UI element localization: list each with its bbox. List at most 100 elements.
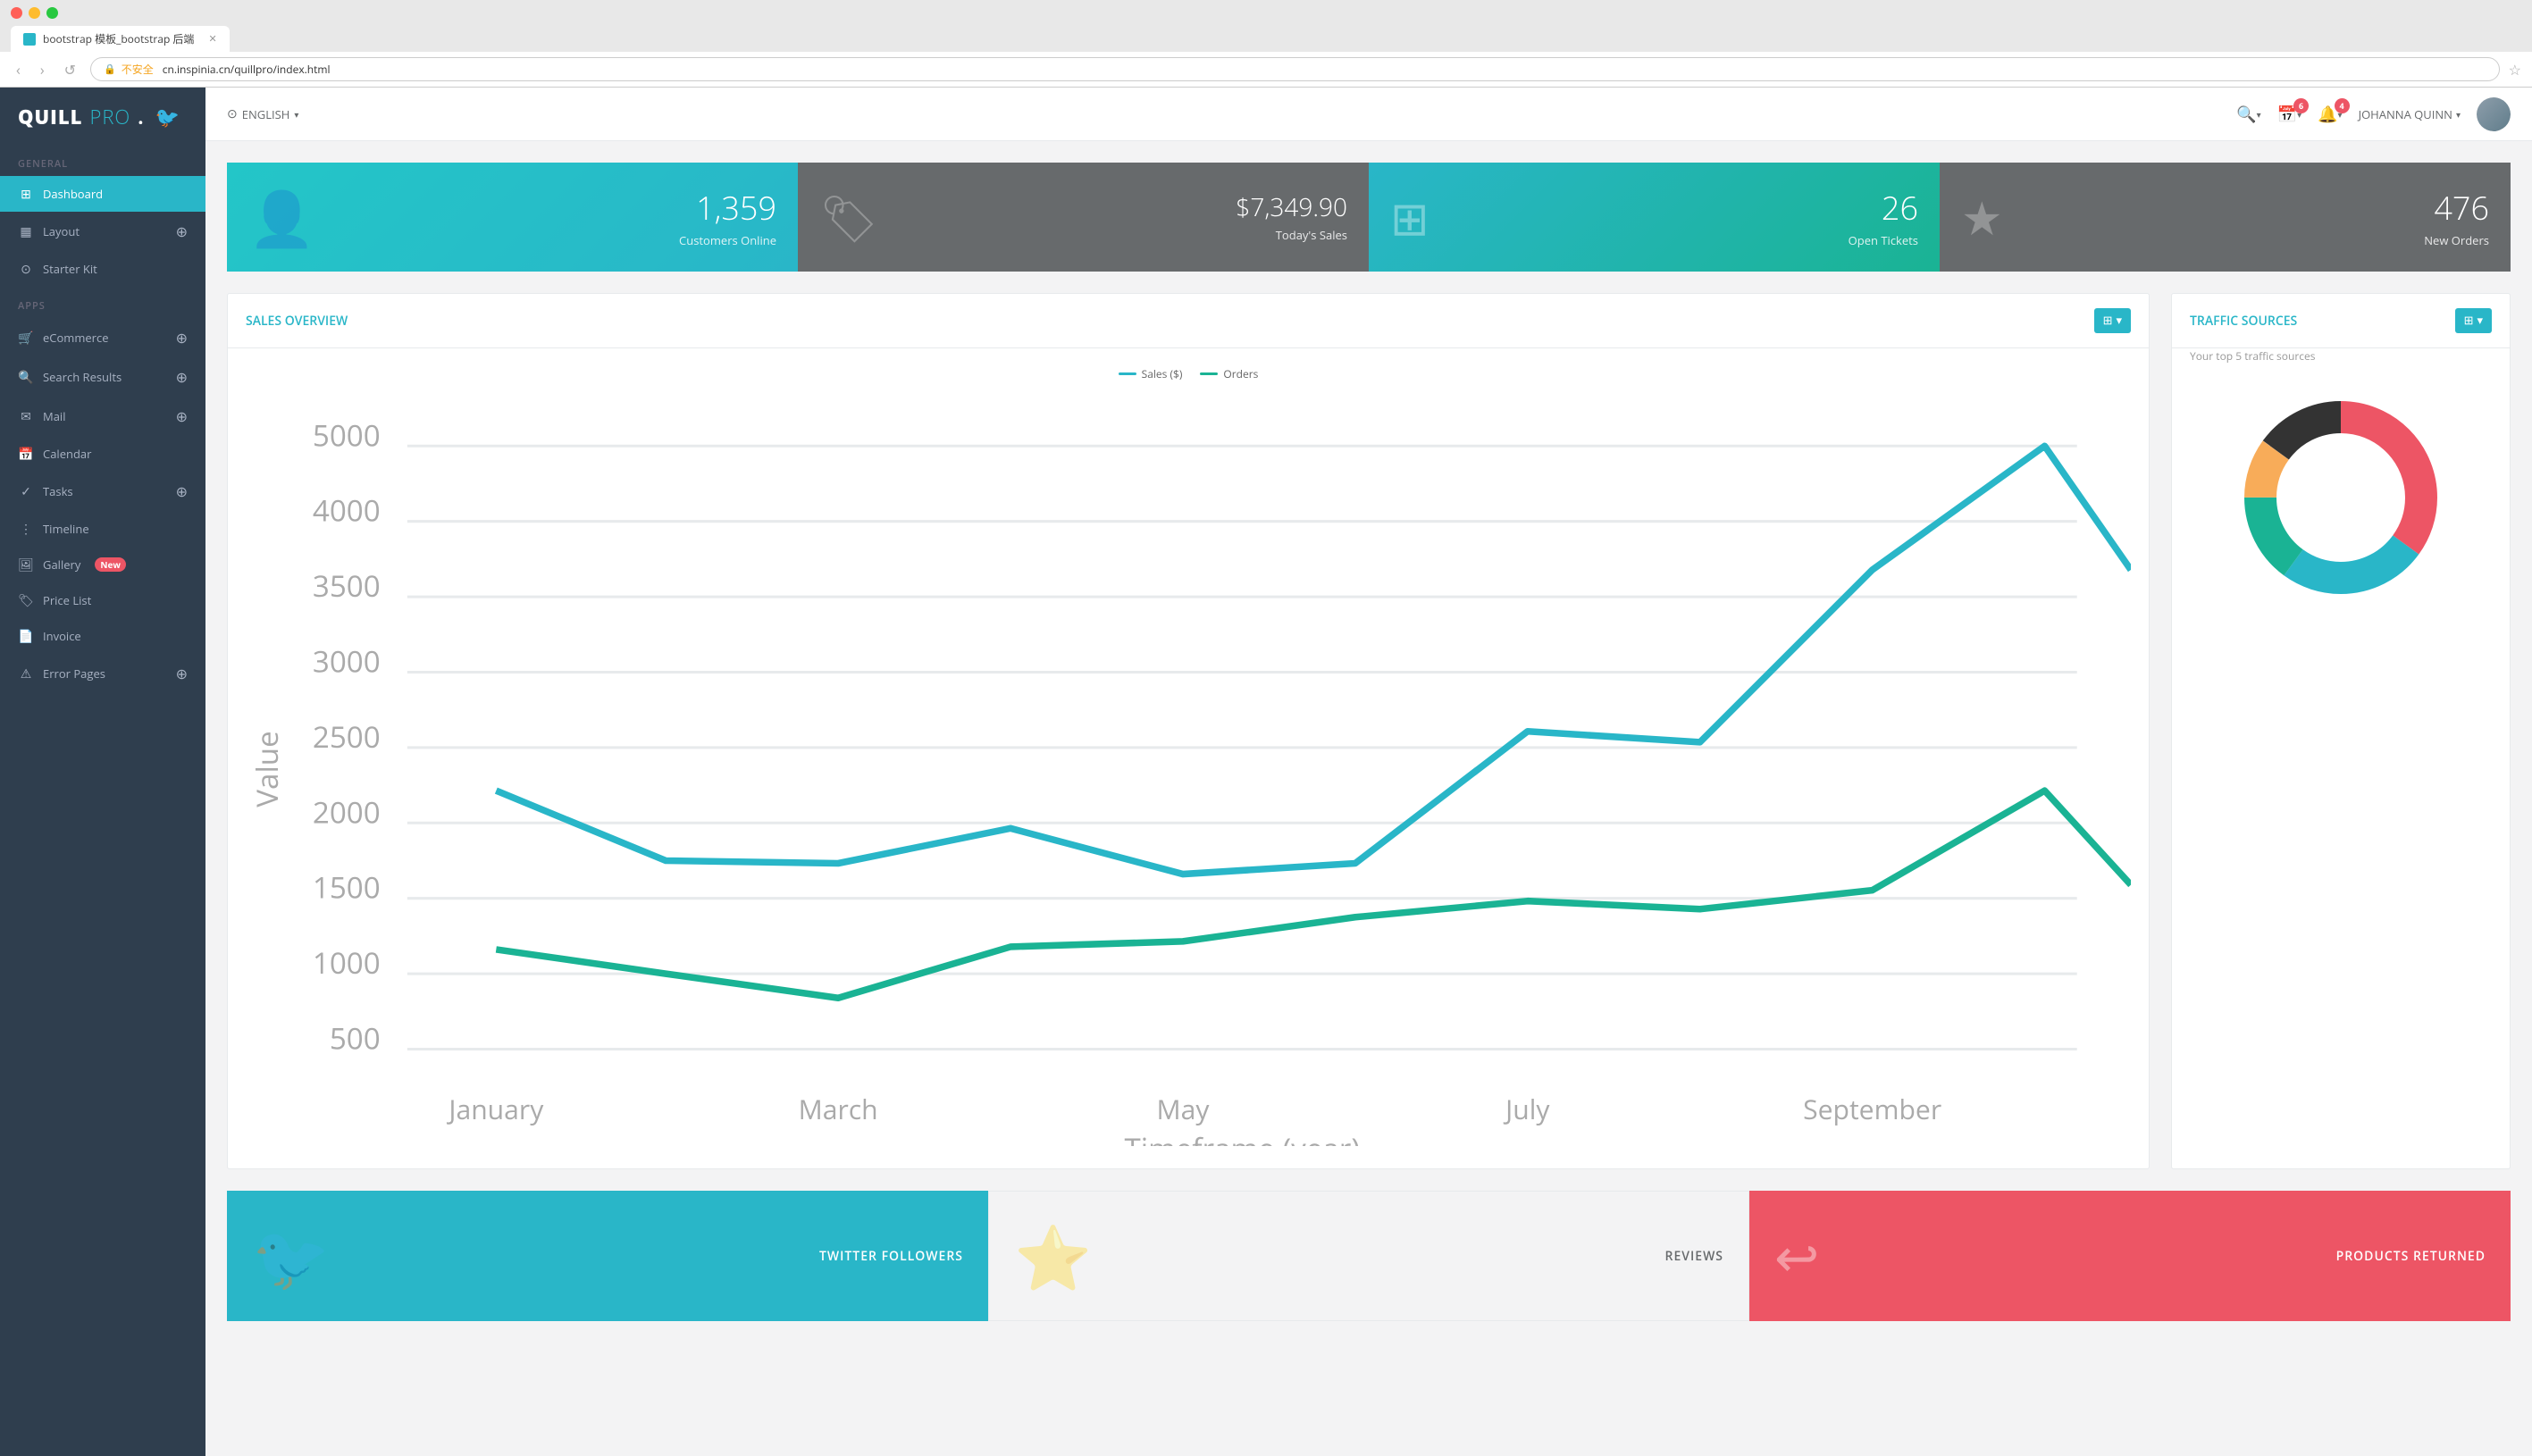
back-button[interactable]: ‹ — [11, 58, 26, 81]
minimize-btn[interactable] — [29, 7, 40, 19]
search-results-add-icon[interactable]: ⊕ — [176, 367, 188, 387]
sidebar-item-dashboard[interactable]: ⊞ Dashboard — [0, 176, 205, 212]
notifications-button[interactable]: 📅 6 ▾ — [2277, 104, 2301, 125]
twitter-info: TWITTER FOLLOWERS — [819, 1248, 963, 1265]
sidebar-item-dashboard-left: ⊞ Dashboard — [18, 186, 103, 202]
stat-info-orders: 476 New Orders — [2424, 186, 2489, 249]
bottom-cards: 🐦 TWITTER FOLLOWERS ⭐ REVIEWS ↩ PRODUCTS… — [227, 1191, 2511, 1321]
timeline-icon: ⋮ — [18, 521, 34, 537]
sidebar-item-price-list-label: Price List — [43, 592, 91, 608]
traffic-table-icon: ⊞ — [2464, 314, 2474, 328]
language-label: ENGLISH — [242, 106, 290, 122]
tab-favicon — [23, 33, 36, 46]
svg-text:5000: 5000 — [313, 414, 381, 455]
reviews-info: REVIEWS — [1665, 1248, 1724, 1265]
invoice-icon: 📄 — [18, 628, 34, 644]
svg-text:July: July — [1503, 1091, 1550, 1127]
ecommerce-add-icon[interactable]: ⊕ — [176, 328, 188, 347]
user-chevron-icon: ▾ — [2456, 108, 2461, 121]
sidebar: QUILLPRO. 🐦 GENERAL ⊞ Dashboard ▦ Layout… — [0, 88, 205, 1456]
orders-value: 476 — [2424, 186, 2489, 230]
bottom-card-reviews: ⭐ REVIEWS — [988, 1191, 1749, 1321]
svg-text:500: 500 — [330, 1017, 381, 1058]
tab-title: bootstrap 模板_bootstrap 后端 — [43, 31, 194, 46]
traffic-sources-options-button[interactable]: ⊞ ▾ — [2455, 308, 2492, 333]
forward-button[interactable]: › — [35, 58, 50, 81]
topnav: ⊙ ENGLISH ▾ 🔍 ▾ 📅 6 ▾ 🔔 4 ▾ — [205, 88, 2532, 141]
sidebar-item-invoice[interactable]: 📄 Invoice — [0, 618, 205, 654]
legend-sales-label: Sales ($) — [1142, 366, 1183, 381]
sidebar-item-starter-kit-label: Starter Kit — [43, 261, 97, 277]
logo-separator: . — [138, 104, 144, 130]
messages-button[interactable]: 🔔 4 ▾ — [2318, 104, 2342, 125]
sidebar-item-tasks-left: ✓ Tasks — [18, 483, 73, 499]
tasks-add-icon[interactable]: ⊕ — [176, 481, 188, 501]
sidebar-item-ecommerce-left: 🛒 eCommerce — [18, 330, 109, 346]
sidebar-item-layout[interactable]: ▦ Layout ⊕ — [0, 212, 205, 251]
legend-orders-label: Orders — [1223, 366, 1258, 381]
sidebar-item-mail-label: Mail — [43, 408, 65, 424]
maximize-btn[interactable] — [46, 7, 58, 19]
traffic-sources-header: TRAFFIC SOURCES ⊞ ▾ — [2172, 294, 2510, 348]
bottom-card-twitter: 🐦 TWITTER FOLLOWERS — [227, 1191, 988, 1321]
sidebar-item-price-list-left: 🏷 Price List — [18, 592, 91, 608]
sidebar-item-mail[interactable]: ✉ Mail ⊕ — [0, 397, 205, 436]
sidebar-item-error-pages[interactable]: ⚠ Error Pages ⊕ — [0, 654, 205, 693]
sidebar-item-calendar-label: Calendar — [43, 446, 91, 462]
layout-add-icon[interactable]: ⊕ — [176, 222, 188, 241]
sidebar-item-gallery[interactable]: 🖼 Gallery New — [0, 547, 205, 582]
sidebar-item-tasks[interactable]: ✓ Tasks ⊕ — [0, 472, 205, 511]
stat-card-tickets: ⊞ 26 Open Tickets — [1369, 163, 1940, 272]
error-pages-add-icon[interactable]: ⊕ — [176, 664, 188, 683]
svg-text:Value: Value — [247, 731, 287, 807]
sales-icon: 🏷 — [819, 186, 878, 249]
sidebar-item-tasks-label: Tasks — [43, 483, 73, 499]
stat-cards: 👤 1,359 Customers Online 🏷 $7,349.90 Tod… — [227, 163, 2511, 272]
svg-text:2500: 2500 — [313, 716, 381, 757]
avatar[interactable] — [2477, 97, 2511, 131]
reload-button[interactable]: ↺ — [59, 58, 81, 81]
browser-tab[interactable]: bootstrap 模板_bootstrap 后端 ✕ — [11, 26, 230, 52]
url-bar[interactable]: 🔒 不安全 cn.inspinia.cn/quillpro/index.html — [90, 57, 2500, 81]
tab-bar: bootstrap 模板_bootstrap 后端 ✕ — [11, 26, 2521, 52]
user-menu-button[interactable]: JOHANNA QUINN ▾ — [2359, 106, 2461, 122]
avatar-image — [2477, 97, 2511, 131]
search-button[interactable]: 🔍 ▾ — [2236, 104, 2260, 125]
close-btn[interactable] — [11, 7, 22, 19]
starter-kit-icon: ⊙ — [18, 261, 34, 277]
reviews-title: REVIEWS — [1665, 1248, 1724, 1265]
logo-bird-icon: 🐦 — [155, 104, 180, 130]
ecommerce-icon: 🛒 — [18, 330, 34, 346]
calendar-icon: 📅 — [18, 446, 34, 462]
language-button[interactable]: ⊙ ENGLISH ▾ — [227, 105, 298, 122]
bookmark-icon[interactable]: ☆ — [2509, 60, 2521, 79]
sidebar-item-starter-kit[interactable]: ⊙ Starter Kit — [0, 251, 205, 287]
sidebar-item-price-list[interactable]: 🏷 Price List — [0, 582, 205, 618]
orders-label: New Orders — [2424, 232, 2489, 248]
donut-chart-svg — [2225, 381, 2457, 614]
sidebar-item-ecommerce[interactable]: 🛒 eCommerce ⊕ — [0, 318, 205, 357]
svg-text:1000: 1000 — [313, 942, 381, 983]
traffic-sources-body — [2172, 372, 2510, 632]
svg-text:3500: 3500 — [313, 565, 381, 606]
traffic-chevron-icon: ▾ — [2477, 314, 2483, 328]
sidebar-item-layout-left: ▦ Layout — [18, 223, 80, 239]
sidebar-item-error-pages-label: Error Pages — [43, 665, 105, 682]
topnav-left: ⊙ ENGLISH ▾ — [227, 105, 298, 122]
mail-add-icon[interactable]: ⊕ — [176, 406, 188, 426]
dashboard-icon: ⊞ — [18, 186, 34, 202]
sidebar-item-mail-left: ✉ Mail — [18, 408, 65, 424]
sales-overview-options-button[interactable]: ⊞ ▾ — [2094, 308, 2131, 333]
customers-label: Customers Online — [679, 232, 776, 248]
sidebar-item-calendar[interactable]: 📅 Calendar — [0, 436, 205, 472]
security-icon: 🔒 — [104, 63, 116, 76]
sidebar-item-search-results[interactable]: 🔍 Search Results ⊕ — [0, 357, 205, 397]
tab-close-icon[interactable]: ✕ — [208, 32, 216, 46]
url-protocol: 不安全 — [122, 62, 154, 77]
twitter-icon: 🐦 — [252, 1213, 330, 1299]
mail-icon: ✉ — [18, 408, 34, 424]
sales-value: $7,349.90 — [1236, 190, 1347, 224]
returned-title: PRODUCTS RETURNED — [2336, 1248, 2486, 1265]
svg-text:4000: 4000 — [313, 490, 381, 531]
sidebar-item-timeline[interactable]: ⋮ Timeline — [0, 511, 205, 547]
